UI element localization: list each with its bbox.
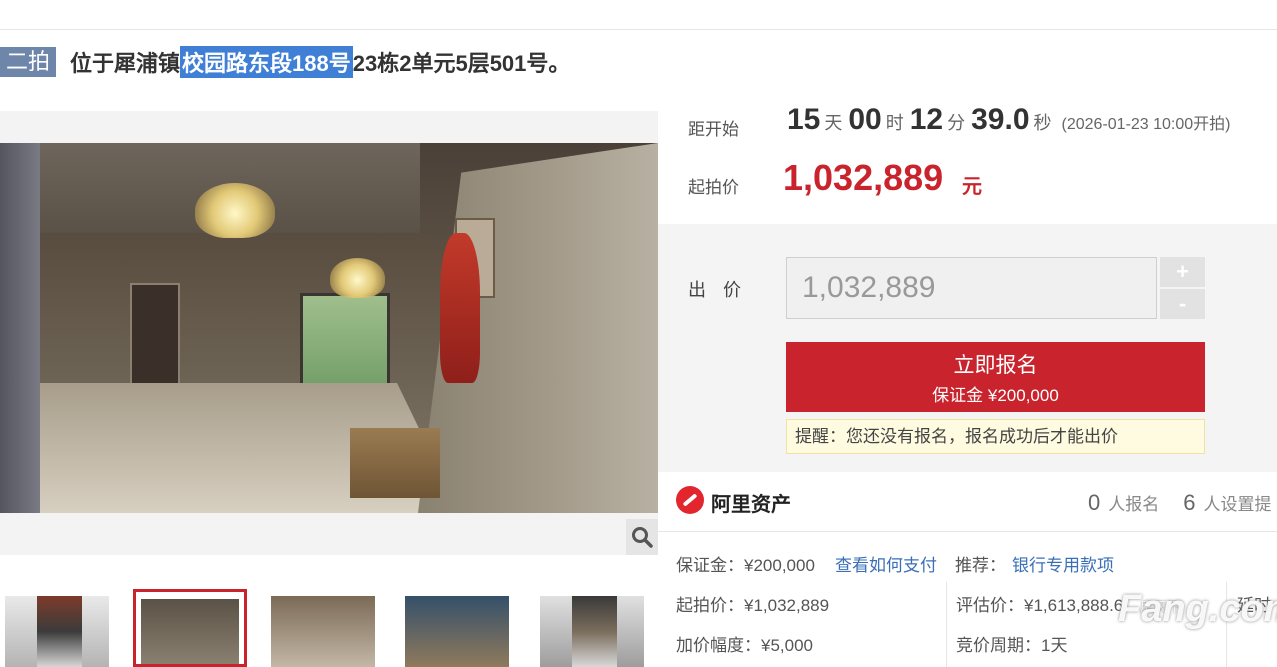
title-location: 位于犀浦镇 (70, 51, 181, 76)
thumbnail-image (141, 599, 239, 664)
photo-chandelier-far (330, 258, 385, 298)
deposit-label: 保证金： (676, 556, 744, 575)
countdown-days-unit: 天 (824, 113, 843, 133)
signup-deposit-label: 保证金 ¥200,000 (932, 385, 1059, 405)
bid-label: 出 价 (688, 280, 748, 300)
start-price-label: 起拍价 (688, 178, 739, 197)
detail-start-price: 起拍价：¥1,032,889 (676, 591, 829, 616)
title-highlighted-address: 校园路东段188号 (180, 46, 353, 78)
auction-start-time: (2026-01-23 10:00开拍) (1061, 116, 1231, 133)
reminders-count: 6 (1183, 490, 1196, 515)
deposit-info: 保证金：¥200,000 (676, 551, 815, 576)
start-price-value: 1,032,889 (783, 157, 944, 198)
photo-boxes (350, 428, 440, 498)
thumbnail-image (405, 596, 509, 667)
thumbnail-2-selected[interactable] (133, 589, 247, 667)
countdown-minutes: 12 (909, 103, 944, 136)
search-icon[interactable] (626, 519, 658, 555)
recommend-label: 推荐： (955, 556, 1006, 575)
countdown-days: 15 (787, 103, 821, 136)
thumbnail-strip (0, 585, 658, 667)
details-divider-1 (946, 582, 947, 667)
main-photo-area (0, 111, 658, 555)
thumbnail-3[interactable] (266, 589, 380, 667)
photo-wall-left (0, 143, 40, 513)
thumbnail-image (540, 596, 644, 667)
thumbnail-5[interactable] (535, 589, 649, 667)
main-photo[interactable] (0, 143, 658, 513)
increment-label: 加价幅度： (676, 636, 761, 655)
bidding-cycle: 竞价周期：1天 (956, 631, 1067, 656)
bid-increment: 加价幅度：¥5,000 (676, 631, 813, 656)
countdown-hours: 00 (848, 103, 882, 136)
detail-start-price-value: ¥1,032,889 (744, 596, 830, 615)
how-to-pay-link[interactable]: 查看如何支付 (835, 551, 937, 576)
cycle-value: 1天 (1041, 636, 1068, 655)
ali-assets-logo-icon (676, 486, 704, 514)
signups-label: 人报名 (1108, 495, 1160, 514)
photo-red-decoration (440, 233, 480, 383)
platform-name: 阿里资产 (711, 494, 791, 516)
bid-increase-button[interactable]: + (1160, 257, 1205, 287)
countdown-seconds: 39.0 (971, 103, 1030, 136)
auction-round-tag: 二拍 (0, 47, 57, 77)
appraisal-label: 评估价： (956, 596, 1024, 615)
bid-decrease-button[interactable]: - (1160, 289, 1205, 319)
title-unit: 23栋2单元5层501号。 (352, 51, 571, 76)
reminders-label: 人设置提 (1203, 495, 1272, 514)
thumbnail-image (5, 596, 109, 667)
countdown-seconds-unit: 秒 (1033, 113, 1052, 133)
countdown-timer: 15 天 00 时 12 分 39.0 秒 (2026-01-23 10:00开… (787, 103, 1231, 137)
appraisal-value: ¥1,613,888.6 (1024, 596, 1124, 615)
thumbnail-image (271, 596, 375, 667)
countdown-label: 距开始 (688, 120, 739, 139)
zoom-glyph (632, 527, 653, 548)
page-title: 位于犀浦镇 校园路东段188号 23栋2单元5层501号。 (70, 46, 570, 78)
deposit-value: ¥200,000 (744, 556, 815, 575)
top-divider (0, 29, 1277, 30)
photo-chandelier (195, 183, 275, 238)
thumbnail-1[interactable] (0, 589, 114, 667)
bid-amount-input[interactable] (786, 257, 1157, 319)
title-row: 二拍 位于犀浦镇 校园路东段188号 23栋2单元5层501号。 (0, 44, 570, 80)
signup-reminder-notice: 提醒：您还没有报名，报名成功后才能出价 (786, 419, 1205, 454)
increment-value: ¥5,000 (761, 636, 813, 655)
appraisal-price: 评估价：¥1,613,888.6 (956, 591, 1123, 616)
detail-start-price-label: 起拍价： (676, 596, 744, 615)
panel-divider (658, 531, 1277, 532)
thumbnail-4[interactable] (400, 589, 514, 667)
signups-count: 0 (1088, 490, 1101, 515)
countdown-hours-unit: 时 (885, 113, 904, 133)
watermark-logo: Fang.com (1118, 588, 1277, 630)
countdown-minutes-unit: 分 (947, 113, 966, 133)
bank-payment-link[interactable]: 银行专用款项 (1012, 551, 1114, 576)
signup-button-label: 立即报名 (953, 353, 1038, 377)
start-price-unit: 元 (962, 176, 982, 198)
signup-button[interactable]: 立即报名 保证金 ¥200,000 (786, 342, 1205, 412)
cycle-label: 竞价周期： (956, 636, 1041, 655)
participation-stats: 0 人报名 6 人设置提 (1088, 490, 1277, 516)
